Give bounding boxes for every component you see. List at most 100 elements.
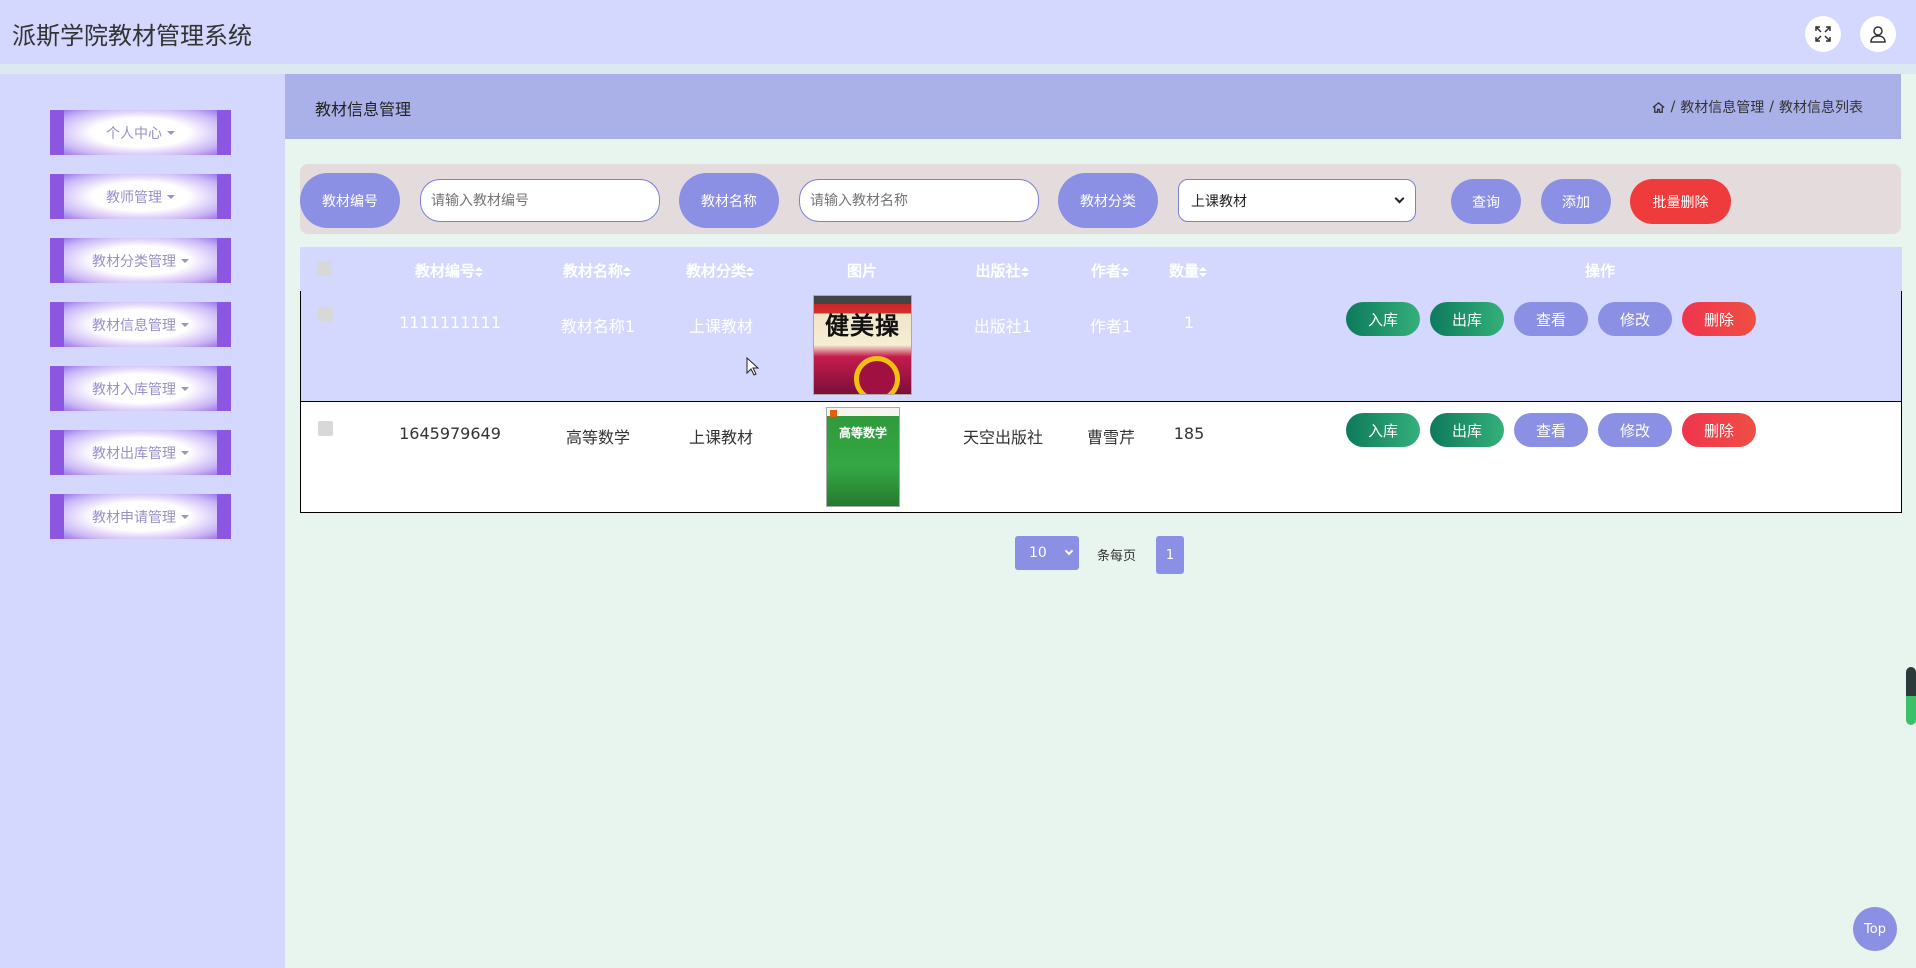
cell-author: 作者1: [1089, 317, 1133, 336]
view-button[interactable]: 查看: [1514, 302, 1588, 336]
table-row[interactable]: 1111111111 教材名称1 上课教材 健美操 出版社1 作者1 1 入库 …: [300, 291, 1902, 402]
back-to-top-button[interactable]: Top: [1853, 907, 1897, 951]
cell-category: 上课教材: [688, 317, 753, 336]
sidebar: 个人中心 教师管理 教材分类管理 教材信息管理 教材入库管理 教材出库管理 教材…: [0, 74, 285, 968]
breadcrumb-bar: 教材信息管理 / 教材信息管理 / 教材信息列表: [285, 74, 1901, 139]
page-title: 教材信息管理: [315, 100, 412, 119]
cell-publisher: 天空出版社: [962, 428, 1043, 447]
table-header: 教材编号 教材名称 教材分类 图片 出版社 作者 数量 操作: [300, 247, 1902, 292]
row-checkbox[interactable]: [318, 307, 333, 322]
code-label: 教材编号: [300, 173, 400, 228]
sidebar-item-stock-in[interactable]: 教材入库管理: [50, 366, 231, 411]
sidebar-item-personal-center[interactable]: 个人中心: [50, 110, 231, 155]
sort-icon[interactable]: [623, 266, 631, 277]
cover-title: 高等数学: [838, 426, 887, 440]
breadcrumb-separator: /: [1769, 99, 1774, 115]
caret-down-icon: [181, 450, 189, 455]
stock-in-button[interactable]: 入库: [1346, 413, 1420, 447]
caret-down-icon: [181, 258, 189, 263]
stock-out-button[interactable]: 出库: [1430, 302, 1504, 336]
sidebar-item-label: 教材申请管理: [92, 509, 176, 526]
page-size-select[interactable]: 10: [1015, 536, 1079, 570]
main-content: 教材信息管理 / 教材信息管理 / 教材信息列表 教材编号 教材名称 教材分类 …: [285, 74, 1916, 968]
sidebar-item-textbook-info[interactable]: 教材信息管理: [50, 302, 231, 347]
expand-icon: [1815, 26, 1831, 42]
cell-quantity: 185: [1173, 424, 1205, 443]
mouse-cursor-icon: [746, 357, 760, 376]
edit-button[interactable]: 修改: [1598, 413, 1672, 447]
breadcrumb-current: 教材信息列表: [1779, 100, 1863, 116]
caret-down-icon: [181, 386, 189, 391]
sidebar-item-label: 教材信息管理: [92, 317, 176, 334]
cell-category: 上课教材: [688, 428, 753, 447]
user-menu-button[interactable]: [1860, 16, 1896, 52]
sidebar-item-label: 教师管理: [106, 189, 162, 206]
page-button-1[interactable]: 1: [1156, 536, 1184, 574]
name-search-input[interactable]: [799, 179, 1039, 222]
cell-publisher: 出版社1: [973, 317, 1033, 336]
column-header-image: 图片: [846, 262, 877, 280]
category-select-value: 上课教材: [1191, 193, 1247, 210]
cover-title: 健美操: [825, 311, 900, 340]
fullscreen-button[interactable]: [1805, 16, 1841, 52]
sidebar-item-categories[interactable]: 教材分类管理: [50, 238, 231, 283]
scrollbar-thumb[interactable]: [1906, 667, 1916, 725]
home-icon[interactable]: [1651, 100, 1666, 115]
sort-icon[interactable]: [746, 266, 754, 277]
stock-out-button[interactable]: 出库: [1430, 413, 1504, 447]
code-search-input[interactable]: [420, 179, 660, 222]
cell-author: 曹雪芹: [1086, 428, 1135, 447]
top-bar: 派斯学院教材管理系统: [0, 0, 1916, 64]
breadcrumb-item[interactable]: 教材信息管理: [1680, 97, 1764, 117]
delete-button[interactable]: 删除: [1682, 302, 1756, 336]
cell-code: 1645979649: [399, 424, 501, 443]
sort-icon[interactable]: [475, 266, 483, 277]
view-button[interactable]: 查看: [1514, 413, 1588, 447]
add-button[interactable]: 添加: [1541, 179, 1611, 224]
app-title: 派斯学院教材管理系统: [12, 22, 252, 50]
cell-code: 1111111111: [399, 313, 501, 332]
chevron-down-icon: [1394, 193, 1405, 204]
delete-button[interactable]: 删除: [1682, 413, 1756, 447]
sidebar-item-label: 个人中心: [106, 125, 162, 142]
row-checkbox[interactable]: [318, 421, 333, 436]
batch-delete-button[interactable]: 批量删除: [1630, 179, 1731, 224]
page-size-value: 10: [1029, 545, 1047, 561]
category-select[interactable]: 上课教材: [1178, 179, 1416, 222]
edit-button[interactable]: 修改: [1598, 302, 1672, 336]
search-bar: 教材编号 教材名称 教材分类 上课教材 查询 添加 批量删除: [300, 164, 1901, 234]
cell-name: 高等数学: [565, 428, 630, 447]
sidebar-item-label: 教材出库管理: [92, 445, 176, 462]
page-size-suffix: 条每页: [1097, 549, 1137, 564]
sidebar-item-stock-out[interactable]: 教材出库管理: [50, 430, 231, 475]
column-header-name[interactable]: 教材名称: [532, 260, 662, 281]
category-label: 教材分类: [1058, 173, 1158, 228]
breadcrumb: / 教材信息管理 / 教材信息列表: [1651, 97, 1863, 117]
caret-down-icon: [167, 194, 175, 199]
sort-icon[interactable]: [1121, 266, 1129, 277]
cell-name: 教材名称1: [560, 317, 636, 336]
sidebar-item-teachers[interactable]: 教师管理: [50, 174, 231, 219]
cover-image[interactable]: 健美操: [813, 295, 912, 395]
query-button[interactable]: 查询: [1451, 179, 1521, 224]
sidebar-item-label: 教材分类管理: [92, 253, 176, 270]
column-header-quantity[interactable]: 数量: [1148, 260, 1228, 281]
name-label: 教材名称: [679, 173, 779, 228]
select-all-checkbox[interactable]: [317, 261, 332, 276]
header-divider: [0, 64, 1916, 74]
column-header-publisher[interactable]: 出版社: [937, 260, 1067, 281]
stock-in-button[interactable]: 入库: [1346, 302, 1420, 336]
sidebar-item-applications[interactable]: 教材申请管理: [50, 494, 231, 539]
cover-image[interactable]: 高等数学: [826, 407, 900, 507]
column-header-code[interactable]: 教材编号: [384, 260, 514, 281]
sort-icon[interactable]: [1020, 266, 1029, 277]
table-row[interactable]: 1645979649 高等数学 上课教材 高等数学 天空出版社 曹雪芹 185 …: [300, 402, 1902, 513]
caret-down-icon: [181, 514, 189, 519]
sort-icon[interactable]: [1199, 266, 1207, 277]
breadcrumb-separator: /: [1670, 99, 1676, 115]
column-header-category[interactable]: 教材分类: [655, 260, 785, 281]
column-header-author[interactable]: 作者: [1060, 260, 1160, 281]
column-header-actions: 操作: [1584, 262, 1615, 280]
caret-down-icon: [181, 322, 189, 327]
cell-quantity: 1: [1183, 313, 1195, 332]
